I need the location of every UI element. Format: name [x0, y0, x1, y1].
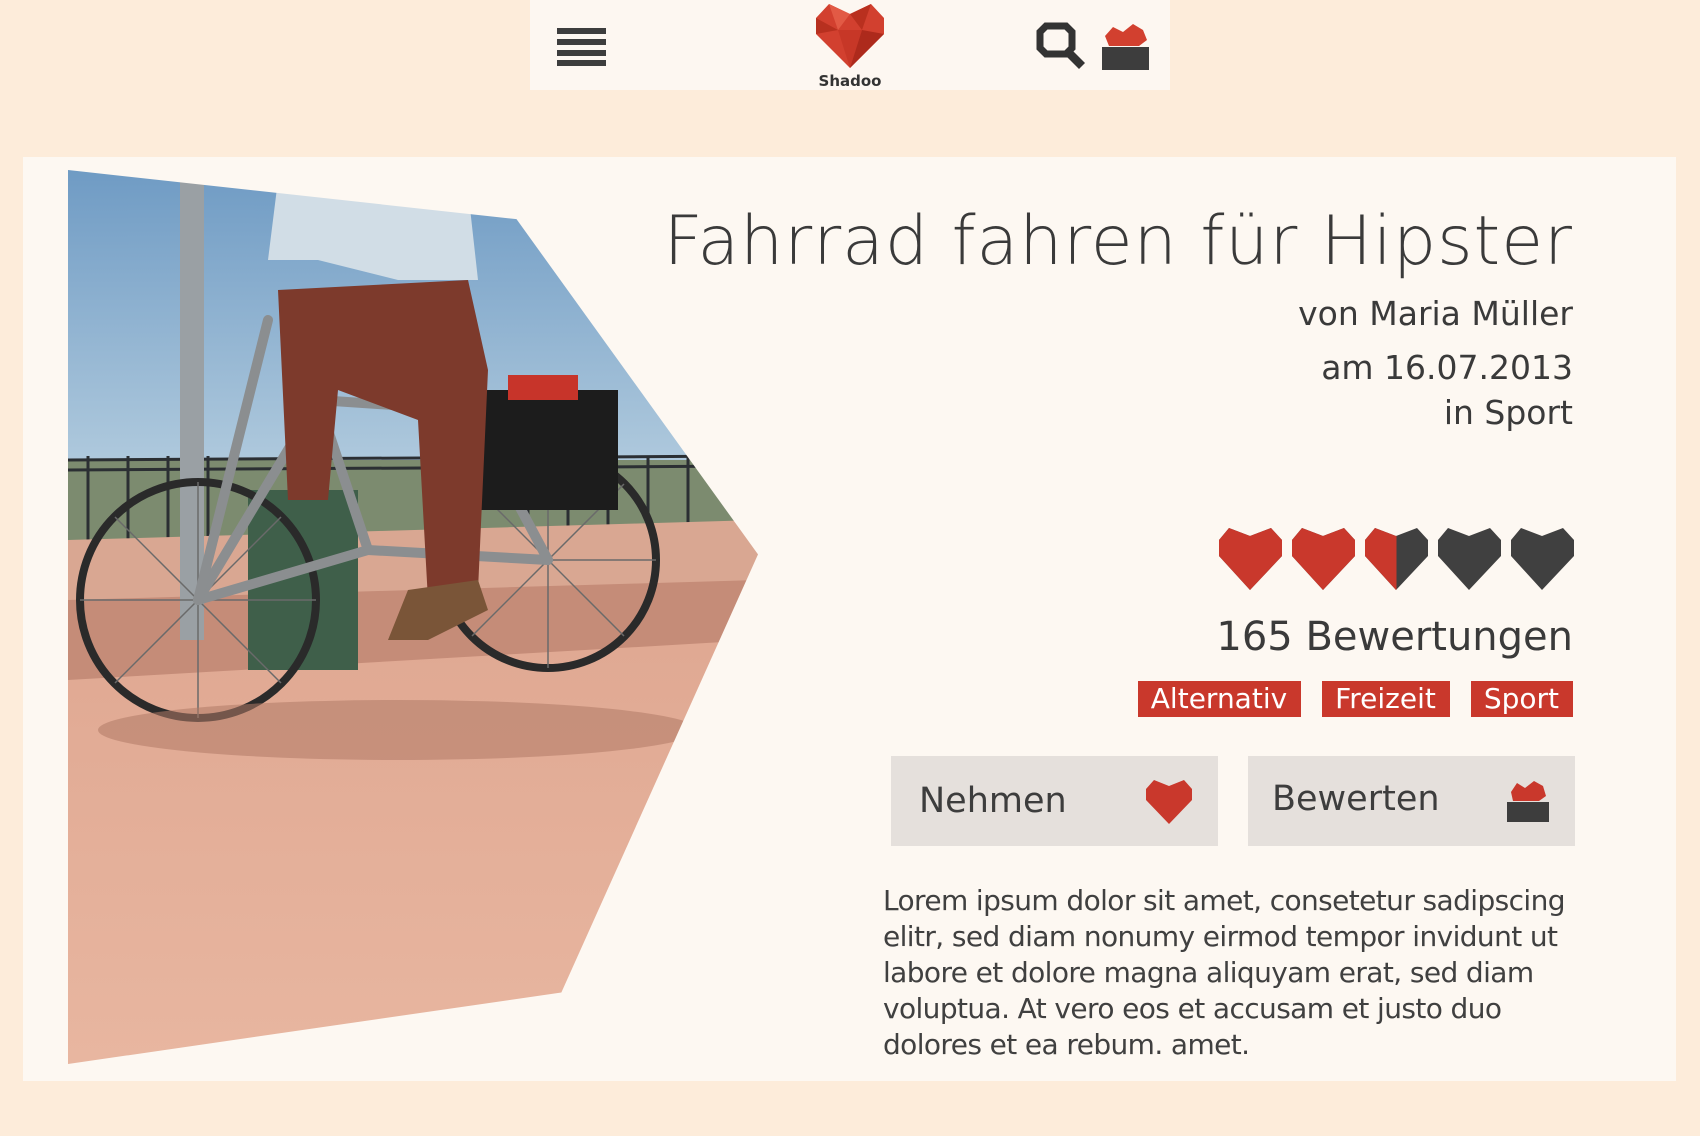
review-count: 165 Bewertungen: [1216, 614, 1573, 660]
tag-freizeit[interactable]: Freizeit: [1322, 681, 1450, 717]
article-author[interactable]: von Maria Müller: [1298, 294, 1573, 333]
article-description: Lorem ipsum dolor sit amet, consetetur s…: [883, 884, 1566, 1061]
article-title: Fahrrad fahren für Hipster: [663, 202, 1573, 281]
heart-icon: [1146, 780, 1192, 824]
top-navigation-bar: Shadoo: [530, 0, 1170, 90]
article-date: am 16.07.2013: [1321, 348, 1573, 387]
article-category[interactable]: in Sport: [1444, 393, 1573, 432]
rating-heart-icon[interactable]: [1365, 528, 1428, 590]
rating-heart-icon[interactable]: [1511, 528, 1574, 590]
heart-logo-icon: [816, 4, 884, 68]
take-button[interactable]: Nehmen: [891, 756, 1218, 846]
hamburger-menu-icon[interactable]: [557, 28, 607, 66]
search-icon[interactable]: [1036, 22, 1086, 72]
rating-heart-icon[interactable]: [1219, 528, 1282, 590]
take-button-label: Nehmen: [919, 781, 1067, 821]
shadoo-logo[interactable]: Shadoo: [810, 4, 890, 90]
tag-alternativ[interactable]: Alternativ: [1137, 681, 1302, 717]
tag-list: Alternativ Freizeit Sport: [1137, 681, 1573, 717]
rating-heart-icon[interactable]: [1292, 528, 1355, 590]
inbox-heart-icon: [1507, 781, 1549, 822]
tag-sport[interactable]: Sport: [1470, 681, 1573, 717]
rate-button[interactable]: Bewerten: [1248, 756, 1575, 846]
inbox-heart-icon[interactable]: [1099, 22, 1151, 72]
rate-button-label: Bewerten: [1272, 779, 1440, 819]
rating-hearts[interactable]: [1219, 528, 1574, 592]
logo-text: Shadoo: [818, 72, 882, 90]
rating-heart-icon[interactable]: [1438, 528, 1501, 590]
